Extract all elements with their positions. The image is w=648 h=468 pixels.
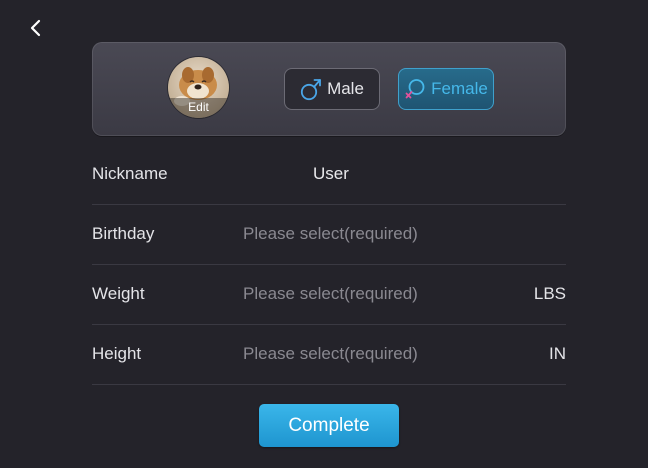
nickname-label: Nickname (92, 164, 168, 183)
chevron-left-icon (30, 19, 41, 37)
gender-female-label: Female (431, 79, 488, 98)
avatar[interactable]: Edit (168, 57, 229, 118)
height-field[interactable]: Please select(required) (243, 324, 418, 384)
gender-male-label: Male (327, 79, 364, 98)
female-symbol-icon (405, 79, 425, 99)
gender-female-button[interactable]: Female (398, 68, 494, 110)
back-button[interactable] (24, 14, 48, 42)
form-row-nickname[interactable]: Nickname User (92, 144, 566, 205)
nickname-value[interactable]: User (313, 144, 349, 204)
complete-button[interactable]: Complete (259, 404, 399, 447)
male-symbol-icon (300, 79, 321, 101)
gender-male-button[interactable]: Male (284, 68, 380, 110)
birthday-field[interactable]: Please select(required) (243, 204, 418, 264)
weight-field[interactable]: Please select(required) (243, 264, 418, 324)
form-row-birthday[interactable]: Birthday Please select(required) (92, 204, 566, 265)
form-row-height[interactable]: Height Please select(required) IN (92, 324, 566, 385)
height-label: Height (92, 344, 142, 363)
form-row-weight[interactable]: Weight Please select(required) LBS (92, 264, 566, 325)
weight-label: Weight (92, 284, 145, 303)
height-unit: IN (549, 344, 566, 363)
profile-setup-screen: Edit Male Female Nickname User Birthday … (0, 0, 648, 468)
weight-unit: LBS (533, 284, 566, 303)
avatar-edit-label[interactable]: Edit (168, 98, 229, 118)
birthday-label: Birthday (92, 224, 155, 243)
